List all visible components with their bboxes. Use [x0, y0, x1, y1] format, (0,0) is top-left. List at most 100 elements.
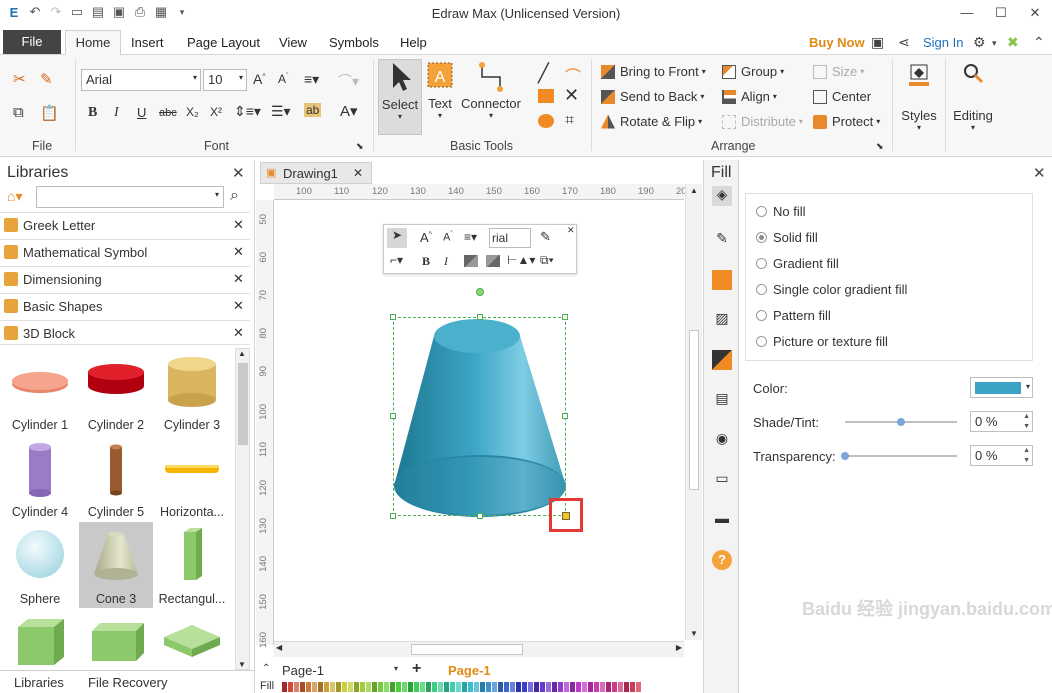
palette-swatch[interactable] [630, 682, 635, 692]
resize-handle[interactable] [562, 314, 568, 320]
palette-swatch[interactable] [378, 682, 383, 692]
delete-shape-icon[interactable]: ✕ [564, 85, 579, 106]
palette-swatch[interactable] [594, 682, 599, 692]
mini-format-painter-icon[interactable]: ✎ [540, 229, 551, 245]
text-curve-icon[interactable]: ⌒▾ [338, 71, 359, 91]
library-category[interactable]: Dimensioning ✕ [0, 266, 250, 291]
palette-swatch[interactable] [342, 682, 347, 692]
tab-symbols[interactable]: Symbols [329, 35, 379, 50]
shape-horizontal-cylinder[interactable]: Horizonta... [155, 435, 229, 521]
palette-swatch[interactable] [396, 682, 401, 692]
bullets-icon[interactable]: ☰▾ [271, 103, 291, 120]
fill-option-gradient-fill[interactable]: Gradient fill [756, 256, 839, 271]
scrollbar-thumb[interactable] [689, 330, 699, 490]
mini-line-style-icon[interactable]: ⊢▲▾ [507, 253, 535, 267]
shape-cylinder-2[interactable]: Cylinder 2 [79, 348, 153, 434]
tab-libraries[interactable]: Libraries [14, 675, 64, 690]
palette-swatch[interactable] [372, 682, 377, 692]
superscript-icon[interactable]: X² [210, 105, 222, 119]
palette-swatch[interactable] [600, 682, 605, 692]
control-point-handle[interactable] [562, 512, 570, 520]
palette-swatch[interactable] [402, 682, 407, 692]
active-page-tab[interactable]: Page-1 [448, 663, 491, 678]
palette-swatch[interactable] [552, 682, 557, 692]
palette-swatch[interactable] [432, 682, 437, 692]
library-category[interactable]: Greek Letter ✕ [0, 212, 250, 237]
image-panel-icon[interactable]: ▨ [712, 310, 732, 330]
mini-send-back-icon[interactable] [486, 255, 500, 267]
palette-swatch[interactable] [462, 682, 467, 692]
mini-italic-icon[interactable]: I [444, 254, 448, 269]
palette-swatch[interactable] [366, 682, 371, 692]
shape-cylinder-4[interactable]: Cylinder 4 [3, 435, 77, 521]
bring-to-front-button[interactable]: Bring to Front ▾ [601, 64, 706, 79]
palette-swatch[interactable] [468, 682, 473, 692]
palette-swatch[interactable] [522, 682, 527, 692]
mini-close-icon[interactable]: ✕ [567, 225, 575, 236]
palette-swatch[interactable] [606, 682, 611, 692]
spin-down-icon[interactable]: ▼ [1023, 423, 1030, 430]
close-category-icon[interactable]: ✕ [233, 217, 244, 233]
shadow-panel-icon[interactable] [712, 270, 732, 290]
text-highlight-icon[interactable]: ab [304, 103, 322, 117]
palette-swatch[interactable] [456, 682, 461, 692]
help-icon[interactable]: ? [712, 550, 732, 570]
scrollbar-thumb[interactable] [238, 363, 248, 445]
maximize-button[interactable]: ☐ [986, 2, 1016, 24]
fill-panel-icon[interactable]: ◈ [712, 186, 732, 206]
palette-swatch[interactable] [390, 682, 395, 692]
scroll-down-icon[interactable]: ▼ [238, 660, 246, 669]
palette-swatch[interactable] [636, 682, 641, 692]
line-tool-icon[interactable]: ╱ [538, 63, 549, 84]
page-nav-up-icon[interactable]: ⌃ [262, 663, 270, 674]
color-palette[interactable]: Fill [256, 680, 702, 693]
line-panel-icon[interactable]: ✎ [712, 230, 732, 250]
radio-solid-fill[interactable] [756, 232, 767, 243]
scroll-up-icon[interactable]: ▲ [238, 349, 246, 358]
font-size-select[interactable]: 10 ▾ [203, 69, 247, 91]
palette-swatch[interactable] [498, 682, 503, 692]
shape-cone-3[interactable]: Cone 3 [79, 522, 153, 608]
tab-help[interactable]: Help [400, 35, 427, 50]
palette-swatch[interactable] [612, 682, 617, 692]
shade-tint-slider-thumb[interactable] [897, 418, 905, 426]
mini-connector-icon[interactable]: ⌐▾ [390, 253, 403, 267]
tab-home[interactable]: Home [65, 30, 121, 56]
palette-swatch[interactable] [510, 682, 515, 692]
shape-rectangular[interactable]: Rectangul... [155, 522, 229, 608]
canvas-vertical-scrollbar[interactable]: ▲ ▼ [685, 184, 702, 640]
styles-button[interactable]: Styles ▾ [898, 59, 940, 132]
strikethrough-icon[interactable]: abc [159, 107, 177, 119]
cut-icon[interactable]: ✂ [13, 70, 26, 88]
palette-swatch[interactable] [534, 682, 539, 692]
scroll-down-icon[interactable]: ▼ [690, 629, 698, 638]
shape-cylinder-3[interactable]: Cylinder 3 [155, 348, 229, 434]
paste-icon[interactable]: 📋 [40, 104, 59, 122]
palette-swatch[interactable] [576, 682, 581, 692]
settings-dropdown-icon[interactable]: ▾ [992, 38, 997, 49]
palette-swatch[interactable] [414, 682, 419, 692]
resize-handle[interactable] [390, 314, 396, 320]
rotate-flip-button[interactable]: Rotate & Flip ▾ [601, 114, 702, 129]
shade-tint-input[interactable]: 0 % ▲ ▼ [970, 411, 1033, 432]
font-family-select[interactable]: Arial ▾ [81, 69, 201, 91]
palette-swatch[interactable] [420, 682, 425, 692]
mini-align-icon[interactable]: ≡▾ [464, 230, 477, 244]
palette-swatch[interactable] [444, 682, 449, 692]
group-button[interactable]: Group ▾ [722, 64, 784, 79]
mini-grow-font-icon[interactable]: A^ [420, 230, 432, 245]
palette-swatch[interactable] [558, 682, 563, 692]
line-spacing-icon[interactable]: ⇕≡▾ [234, 103, 261, 120]
ellipse-tool-icon[interactable] [538, 114, 554, 128]
subscript-icon[interactable]: X₂ [186, 105, 199, 119]
crop-icon[interactable]: ⌗ [565, 112, 574, 130]
palette-swatch[interactable] [438, 682, 443, 692]
palette-swatch[interactable] [588, 682, 593, 692]
connector-tool-button[interactable]: Connector ▾ [460, 59, 522, 120]
scroll-left-icon[interactable]: ◀ [276, 643, 282, 652]
palette-swatch[interactable] [360, 682, 365, 692]
theme-icon[interactable]: ✖ [1007, 34, 1019, 51]
font-color-icon[interactable]: A▾ [340, 102, 358, 120]
resize-handle[interactable] [562, 413, 568, 419]
fill-option-pattern-fill[interactable]: Pattern fill [756, 308, 831, 323]
